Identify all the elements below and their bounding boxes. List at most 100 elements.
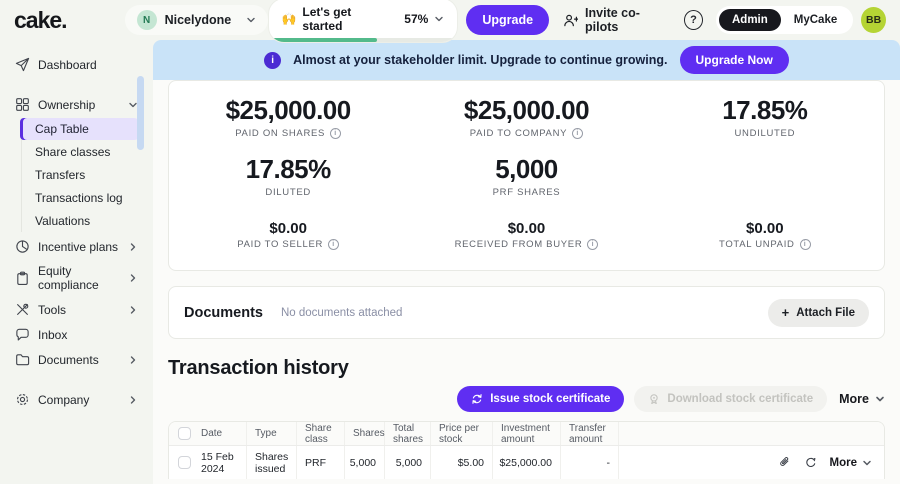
- company-selector[interactable]: N Nicelydone: [125, 5, 269, 35]
- stat-value: 5,000: [495, 154, 558, 185]
- download-label: Download stock certificate: [667, 393, 813, 405]
- sidebar-item-equity-compliance[interactable]: Equity compliance: [0, 259, 148, 297]
- select-all-checkbox[interactable]: [178, 427, 191, 440]
- info-icon[interactable]: i: [572, 128, 583, 139]
- stat-received-from-buyer: $0.00 RECEIVED FROM BUYERi: [407, 205, 645, 264]
- stat-label: UNDILUTED: [734, 128, 795, 139]
- column-header-transfer-amount[interactable]: Transfer amount: [561, 422, 619, 445]
- sidebar-item-tools[interactable]: Tools: [0, 297, 148, 322]
- chevron-down-icon: [434, 14, 444, 24]
- app: cake. N Nicelydone 🙌 Let's get started 5…: [0, 0, 900, 484]
- stat-label: PAID ON SHARES: [235, 128, 325, 139]
- transactions-table: Date Type Share class Shares Total share…: [168, 421, 885, 479]
- grid-icon: [15, 97, 30, 112]
- stat-value: $0.00: [269, 220, 307, 237]
- gear-icon: [15, 392, 30, 407]
- chevron-right-icon: [128, 305, 138, 315]
- attach-file-label: Attach File: [796, 307, 855, 319]
- role-toggle: Admin MyCake: [716, 6, 853, 34]
- sidebar-item-company[interactable]: Company: [0, 387, 148, 412]
- stat-empty: [646, 146, 884, 205]
- info-icon[interactable]: i: [330, 128, 341, 139]
- sidebar-scrollbar[interactable]: [137, 76, 144, 150]
- main-content: $25,000.00 PAID ON SHARES i $25,000.00 PA…: [153, 80, 900, 484]
- certificate-icon: [648, 393, 660, 405]
- company-avatar: N: [137, 10, 157, 30]
- sidebar-item-dashboard[interactable]: Dashboard: [0, 52, 148, 77]
- sidebar-item-transfers[interactable]: Transfers: [22, 164, 140, 186]
- stat-prf-shares: 5,000 PRF SHARES: [407, 146, 645, 205]
- row-actions: More: [619, 446, 884, 479]
- certificate-icon[interactable]: [804, 456, 817, 469]
- paperclip-icon[interactable]: [778, 456, 791, 469]
- upgrade-now-button[interactable]: Upgrade Now: [680, 46, 789, 74]
- banner-message: Almost at your stakeholder limit. Upgrad…: [293, 53, 667, 67]
- limit-banner: i Almost at your stakeholder limit. Upgr…: [153, 40, 900, 80]
- download-stock-certificate-button[interactable]: Download stock certificate: [634, 386, 827, 412]
- issue-label: Issue stock certificate: [490, 393, 610, 405]
- chat-bubble-icon: [15, 327, 30, 342]
- info-icon[interactable]: i: [328, 239, 339, 250]
- sidebar-item-share-classes[interactable]: Share classes: [22, 141, 140, 163]
- stat-paid-on-shares: $25,000.00 PAID ON SHARES i: [169, 87, 407, 146]
- column-header-type[interactable]: Type: [247, 422, 297, 445]
- cell-shares: 5,000: [345, 446, 385, 479]
- cell-type: Shares issued: [247, 446, 297, 479]
- info-icon[interactable]: i: [587, 239, 598, 250]
- column-header-total-shares[interactable]: Total shares: [385, 422, 431, 445]
- table-row[interactable]: 15 Feb 2024 Shares issued PRF 5,000 5,00…: [169, 446, 884, 479]
- toggle-mycake[interactable]: MyCake: [781, 9, 850, 31]
- column-header-shares[interactable]: Shares: [345, 422, 385, 445]
- cell-total-shares: 5,000: [385, 446, 431, 479]
- onboarding-progress[interactable]: 🙌 Let's get started 57%: [268, 0, 458, 43]
- sidebar-item-valuations[interactable]: Valuations: [22, 210, 140, 232]
- info-icon[interactable]: i: [800, 239, 811, 250]
- stat-label: PRF SHARES: [493, 187, 561, 198]
- documents-empty-text: No documents attached: [281, 307, 402, 319]
- sidebar-item-ownership[interactable]: Ownership: [0, 92, 148, 117]
- user-avatar[interactable]: BB: [861, 7, 886, 33]
- sidebar: Dashboard Ownership Cap Table Share clas…: [0, 40, 148, 484]
- progress-label: Let's get started: [302, 5, 386, 33]
- stat-value: $25,000.00: [464, 95, 589, 126]
- toggle-admin[interactable]: Admin: [719, 9, 781, 31]
- sidebar-item-cap-table[interactable]: Cap Table: [20, 118, 140, 140]
- sidebar-item-inbox[interactable]: Inbox: [0, 322, 148, 347]
- ownership-submenu: Cap Table Share classes Transfers Transa…: [21, 118, 140, 232]
- column-header-price-per-stock[interactable]: Price per stock: [431, 422, 493, 445]
- sidebar-item-documents[interactable]: Documents: [0, 347, 148, 372]
- attach-file-button[interactable]: + Attach File: [768, 299, 869, 327]
- plus-icon: +: [782, 308, 790, 318]
- column-header-date[interactable]: Date: [193, 422, 247, 445]
- upgrade-button[interactable]: Upgrade: [466, 5, 549, 35]
- celebration-emoji-icon: 🙌: [281, 12, 296, 26]
- row-more-label: More: [830, 457, 857, 469]
- sidebar-item-incentive-plans[interactable]: Incentive plans: [0, 234, 148, 259]
- cell-share-class: PRF: [297, 446, 345, 479]
- stat-value: $25,000.00: [226, 95, 351, 126]
- refresh-icon: [471, 393, 483, 405]
- table-header-row: Date Type Share class Shares Total share…: [169, 422, 884, 446]
- more-button[interactable]: More: [839, 392, 885, 406]
- column-header-investment-amount[interactable]: Investment amount: [493, 422, 561, 445]
- column-header-share-class[interactable]: Share class: [297, 422, 345, 445]
- issue-stock-certificate-button[interactable]: Issue stock certificate: [457, 386, 624, 412]
- sidebar-item-label: Documents: [38, 353, 99, 367]
- stat-label: PAID TO SELLER: [237, 239, 323, 250]
- pie-chart-icon: [15, 239, 30, 254]
- invite-copilots-button[interactable]: Invite co-pilots: [563, 6, 668, 34]
- row-checkbox[interactable]: [178, 456, 191, 469]
- sidebar-item-label: Inbox: [38, 328, 67, 342]
- chevron-right-icon: [128, 355, 138, 365]
- stat-value: 17.85%: [246, 154, 331, 185]
- sidebar-item-transactions-log[interactable]: Transactions log: [22, 187, 140, 209]
- documents-card: Documents No documents attached + Attach…: [168, 286, 885, 339]
- stat-value: $0.00: [746, 220, 784, 237]
- cell-date: 15 Feb 2024: [193, 446, 247, 479]
- row-more-button[interactable]: More: [830, 457, 872, 469]
- progress-percent: 57%: [404, 12, 428, 26]
- stat-diluted: 17.85% DILUTED: [169, 146, 407, 205]
- stat-label: TOTAL UNPAID: [719, 239, 795, 250]
- help-icon[interactable]: ?: [684, 10, 703, 30]
- stat-label: DILUTED: [265, 187, 311, 198]
